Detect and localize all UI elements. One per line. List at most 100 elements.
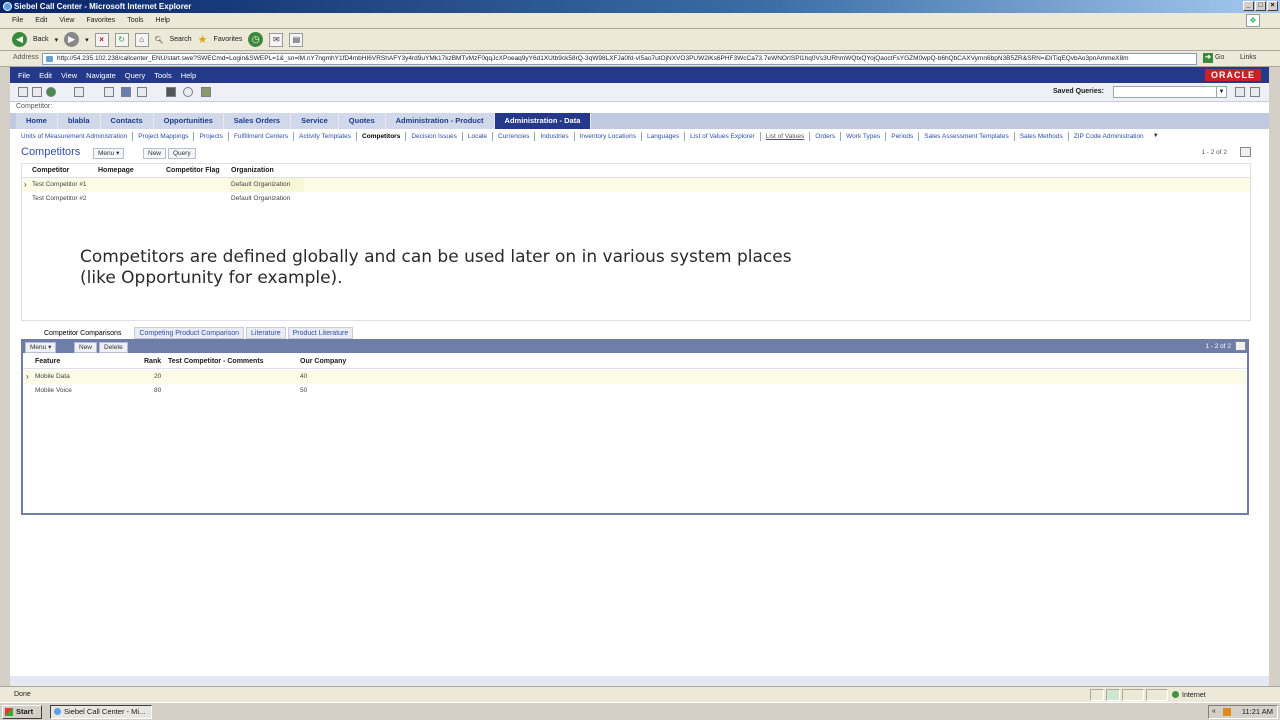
view-tab-inventory-locations[interactable]: Inventory Locations xyxy=(575,131,642,141)
tab-blabla[interactable]: blabla xyxy=(57,113,101,129)
sync-icon[interactable] xyxy=(46,87,56,97)
print-icon[interactable]: ▤ xyxy=(289,32,304,47)
new-record-icon[interactable] xyxy=(18,87,28,97)
delete-button[interactable]: Delete xyxy=(99,342,128,353)
search-icon[interactable]: 🔍︎ xyxy=(155,36,164,44)
saved-queries-select[interactable]: ▼ xyxy=(1113,86,1227,98)
cell-our-company[interactable]: 50 xyxy=(300,387,307,394)
view-tab-project-mappings[interactable]: Project Mappings xyxy=(133,131,195,141)
view-tab-work-types[interactable]: Work Types xyxy=(841,131,887,141)
dropdown-icon[interactable]: ▾ xyxy=(85,36,89,44)
search-button[interactable]: Search xyxy=(169,36,191,43)
column-header-our-company[interactable]: Our Company xyxy=(300,358,346,365)
more-tabs-icon[interactable]: ▼ xyxy=(1153,133,1159,139)
new-button[interactable]: New xyxy=(74,342,98,353)
cell-organization[interactable]: Default Organization xyxy=(229,178,304,192)
maximize-icon[interactable]: □ xyxy=(1255,1,1266,11)
column-header-homepage[interactable]: Homepage xyxy=(98,167,134,174)
view-tab-locale[interactable]: Locale xyxy=(463,131,493,141)
grid-layout-icon[interactable] xyxy=(1240,147,1251,157)
cell-organization[interactable]: Default Organization xyxy=(231,195,290,202)
ie-menu-view[interactable]: View xyxy=(59,17,74,24)
ie-menu-favorites[interactable]: Favorites xyxy=(86,17,115,24)
ie-menu-tools[interactable]: Tools xyxy=(127,17,143,24)
go-button[interactable]: ➔ Go xyxy=(1203,53,1224,63)
copy-record-icon[interactable] xyxy=(32,87,42,97)
tray-app-icon[interactable] xyxy=(1223,708,1231,716)
help-icon[interactable] xyxy=(121,87,131,97)
notes-icon[interactable] xyxy=(104,87,114,97)
column-header-feature[interactable]: Feature xyxy=(35,358,60,365)
taskbar-item-siebel[interactable]: Siebel Call Center - Mi... xyxy=(50,705,152,719)
siebel-menu-file[interactable]: File xyxy=(18,71,30,80)
favorites-star-icon[interactable]: ★ xyxy=(198,33,208,46)
tab-administration-product[interactable]: Administration - Product xyxy=(385,113,495,129)
siebel-menu-tools[interactable]: Tools xyxy=(154,71,172,80)
tab-competing-product-comparison[interactable]: Competing Product Comparison xyxy=(134,327,245,339)
view-tab-periods[interactable]: Periods xyxy=(886,131,920,141)
tab-service[interactable]: Service xyxy=(291,113,339,129)
ie-menu-edit[interactable]: Edit xyxy=(35,17,47,24)
view-tab-currencies[interactable]: Currencies xyxy=(493,131,536,141)
column-header-comments[interactable]: Test Competitor - Comments xyxy=(168,358,264,365)
table-row[interactable]: Test Competitor #2 Default Organization xyxy=(22,192,1250,206)
menu-button[interactable]: Menu ▾ xyxy=(93,148,125,159)
ie-menu-file[interactable]: File xyxy=(12,17,23,24)
tab-literature[interactable]: Literature xyxy=(246,327,286,339)
table-row[interactable]: Mobile Voice 80 50 xyxy=(23,384,1247,398)
favorites-button[interactable]: Favorites xyxy=(214,36,243,43)
print-icon[interactable] xyxy=(166,87,176,97)
cell-feature[interactable]: Mobile Data xyxy=(35,373,70,380)
view-tab-units-of-measurement[interactable]: Units of Measurement Administration xyxy=(16,131,134,141)
cell-rank[interactable]: 20 xyxy=(154,373,161,380)
view-tab-fulfillment-centers[interactable]: Fulfillment Centers xyxy=(229,131,295,141)
tab-competitor-comparisons[interactable]: Competitor Comparisons xyxy=(21,327,133,339)
tab-administration-data[interactable]: Administration - Data xyxy=(494,113,592,129)
query-button[interactable]: Query xyxy=(168,148,196,159)
tab-opportunities[interactable]: Opportunities xyxy=(153,113,224,129)
back-arrow-icon[interactable]: ◀ xyxy=(12,32,27,47)
refine-query-icon[interactable] xyxy=(1250,87,1260,97)
report-icon[interactable] xyxy=(201,87,211,97)
view-tab-zip-code-administration[interactable]: ZIP Code Administration xyxy=(1069,132,1149,141)
view-tab-sales-methods[interactable]: Sales Methods xyxy=(1015,131,1069,141)
table-row[interactable]: › Mobile Data 20 40 xyxy=(23,370,1247,384)
siebel-menu-navigate[interactable]: Navigate xyxy=(86,71,116,80)
siebel-menu-edit[interactable]: Edit xyxy=(39,71,52,80)
siebel-menu-help[interactable]: Help xyxy=(181,71,196,80)
tab-product-literature[interactable]: Product Literature xyxy=(287,327,354,339)
grid-layout-icon[interactable] xyxy=(1235,341,1246,351)
view-tab-activity-templates[interactable]: Activity Templates xyxy=(294,131,358,141)
column-header-rank[interactable]: Rank xyxy=(144,358,161,365)
query-icon[interactable] xyxy=(1235,87,1245,97)
table-row[interactable]: › Test Competitor #1 Default Organizatio… xyxy=(22,178,1250,192)
chevron-left-icon[interactable]: « xyxy=(1212,706,1216,718)
view-tab-sales-assessment-templates[interactable]: Sales Assessment Templates xyxy=(919,131,1015,141)
column-header-competitor[interactable]: Competitor xyxy=(32,167,69,174)
menu-button[interactable]: Menu ▾ xyxy=(25,342,57,353)
new-button[interactable]: New xyxy=(143,148,167,159)
home-icon[interactable]: ⌂ xyxy=(134,32,149,47)
start-button[interactable]: Start xyxy=(2,705,42,719)
ie-menu-help[interactable]: Help xyxy=(156,17,170,24)
cell-our-company[interactable]: 40 xyxy=(300,373,307,380)
back-button[interactable]: Back xyxy=(33,36,49,43)
column-header-organization[interactable]: Organization xyxy=(231,167,274,174)
view-tab-projects[interactable]: Projects xyxy=(194,131,229,141)
mail-icon[interactable]: ✉ xyxy=(269,32,284,47)
history-icon[interactable]: ◷ xyxy=(248,32,264,47)
siebel-menu-query[interactable]: Query xyxy=(125,71,145,80)
list-view-icon[interactable] xyxy=(74,87,84,97)
view-tab-orders[interactable]: Orders xyxy=(810,131,842,141)
view-tab-list-of-values[interactable]: List of Values xyxy=(761,131,811,141)
tab-contacts[interactable]: Contacts xyxy=(100,113,154,129)
calendar-icon[interactable] xyxy=(137,87,147,97)
tab-home[interactable]: Home xyxy=(16,113,58,129)
close-icon[interactable]: × xyxy=(1267,1,1278,11)
view-tab-competitors[interactable]: Competitors xyxy=(357,131,407,141)
cell-competitor[interactable]: Test Competitor #2 xyxy=(32,195,87,202)
cell-rank[interactable]: 80 xyxy=(154,387,161,394)
dropdown-icon[interactable]: ▾ xyxy=(55,36,59,44)
cell-feature[interactable]: Mobile Voice xyxy=(35,387,72,394)
tab-sales-orders[interactable]: Sales Orders xyxy=(223,113,292,129)
